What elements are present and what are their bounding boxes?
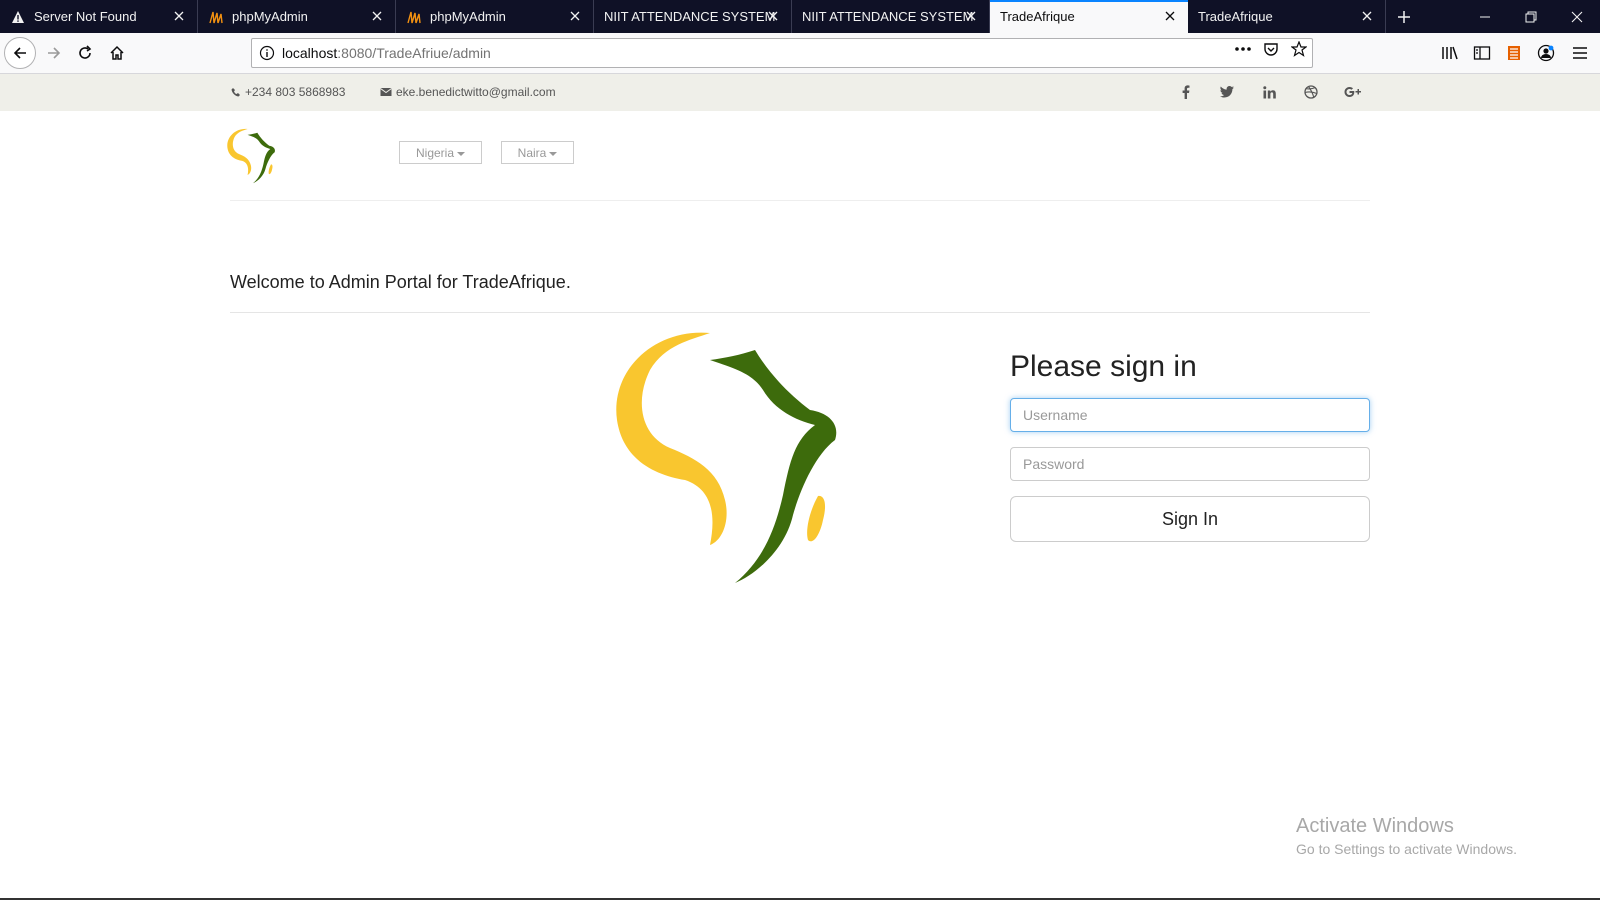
restore-button[interactable] [1508, 0, 1554, 33]
browser-tab[interactable]: NIIT ATTENDANCE SYSTEM [594, 0, 792, 33]
phpmyadmin-icon [406, 9, 422, 25]
phone-contact: +234 803 5868983 [231, 85, 345, 99]
content-divider [230, 312, 1370, 313]
arrow-left-icon [13, 47, 26, 59]
africa-logo [616, 332, 837, 583]
close-icon[interactable] [567, 8, 583, 24]
minimize-button[interactable] [1462, 0, 1508, 33]
email-address: eke.benedictwitto@gmail.com [396, 85, 556, 99]
envelope-icon [380, 88, 392, 96]
close-icon[interactable] [1162, 8, 1178, 24]
browser-tab[interactable]: phpMyAdmin [396, 0, 594, 33]
extension-icon[interactable] [1504, 43, 1524, 63]
tab-title: phpMyAdmin [430, 9, 506, 24]
sidebar-icon[interactable] [1472, 43, 1492, 63]
forward-button[interactable] [38, 37, 70, 69]
menu-icon[interactable] [1570, 43, 1590, 63]
caret-down-icon [549, 151, 558, 156]
account-icon[interactable] [1536, 43, 1556, 63]
home-button[interactable] [101, 37, 133, 69]
browser-tab-active[interactable]: TradeAfrique [990, 0, 1188, 33]
close-icon [1571, 11, 1583, 22]
twitter-icon[interactable] [1218, 83, 1236, 101]
password-input[interactable] [1010, 447, 1370, 481]
warning-icon [10, 9, 26, 25]
plus-icon [1398, 10, 1410, 23]
home-icon [110, 45, 124, 60]
url-host: localhost [282, 45, 338, 61]
email-contact: eke.benedictwitto@gmail.com [380, 85, 556, 99]
welcome-heading: Welcome to Admin Portal for TradeAfrique… [230, 272, 571, 292]
close-window-button[interactable] [1554, 0, 1600, 33]
url-text: localhost:8080/TradeAfriue/admin [282, 45, 491, 61]
reload-icon [79, 45, 92, 59]
contact-bar: +234 803 5868983 eke.benedictwitto@gmail… [0, 74, 1600, 111]
currency-dropdown[interactable]: Naira [501, 141, 574, 164]
facebook-icon[interactable] [1177, 83, 1195, 101]
close-icon[interactable] [963, 8, 979, 24]
header-divider [230, 200, 1370, 201]
minimize-icon [1480, 16, 1490, 17]
browser-tab[interactable]: TradeAfrique [1188, 0, 1386, 33]
tab-title: Server Not Found [34, 9, 137, 24]
country-label: Nigeria [415, 145, 454, 160]
browser-tab[interactable]: Server Not Found [0, 0, 198, 33]
close-icon[interactable] [1359, 8, 1375, 24]
restore-icon [1525, 11, 1537, 22]
site-logo[interactable] [227, 128, 279, 184]
linkedin-icon[interactable] [1260, 83, 1278, 101]
currency-label: Naira [517, 145, 547, 160]
browser-tab-strip: Server Not Found phpMyAdmin phpMyAdmin N… [0, 0, 1600, 33]
signin-title: Please sign in [1010, 350, 1197, 383]
bookmark-star-icon[interactable] [1290, 40, 1308, 58]
tab-title: NIIT ATTENDANCE SYSTEM [604, 9, 776, 24]
signin-button[interactable]: Sign In [1010, 496, 1370, 542]
close-icon[interactable] [369, 8, 385, 24]
back-button[interactable] [4, 37, 36, 69]
username-input[interactable] [1010, 398, 1370, 432]
reload-button[interactable] [69, 37, 101, 69]
tab-title: NIIT ATTENDANCE SYSTEM [802, 9, 974, 24]
browser-tab[interactable]: phpMyAdmin [198, 0, 396, 33]
phone-icon [231, 88, 240, 97]
dribbble-icon[interactable] [1302, 83, 1320, 101]
page-actions-icon[interactable] [1234, 40, 1252, 58]
close-icon[interactable] [171, 8, 187, 24]
activate-windows-subtitle: Go to Settings to activate Windows. [1296, 841, 1517, 857]
browser-tab[interactable]: NIIT ATTENDANCE SYSTEM [792, 0, 990, 33]
caret-down-icon [457, 151, 465, 156]
phone-number: +234 803 5868983 [245, 85, 346, 99]
close-icon[interactable] [765, 8, 781, 24]
arrow-right-icon [48, 47, 61, 59]
url-path: :8080/TradeAfriue/admin [337, 45, 491, 61]
info-icon[interactable] [252, 39, 282, 67]
new-tab-button[interactable] [1386, 0, 1422, 33]
google-plus-icon[interactable] [1344, 83, 1362, 101]
browser-navbar: localhost:8080/TradeAfriue/admin [0, 33, 1600, 74]
tab-title: TradeAfrique [1198, 9, 1273, 24]
phpmyadmin-icon [208, 9, 224, 25]
library-icon[interactable] [1440, 43, 1460, 63]
country-dropdown[interactable]: Nigeria [399, 141, 482, 164]
tab-title: phpMyAdmin [232, 9, 308, 24]
url-bar[interactable]: localhost:8080/TradeAfriue/admin [251, 38, 1313, 68]
tab-title: TradeAfrique [1000, 9, 1075, 24]
activate-windows-title: Activate Windows [1296, 815, 1454, 837]
pocket-icon[interactable] [1262, 40, 1280, 58]
